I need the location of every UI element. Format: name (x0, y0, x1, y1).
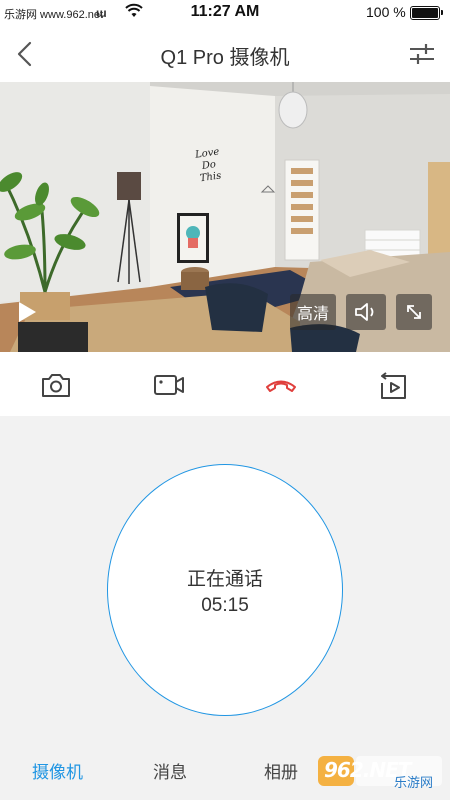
status-bar: 乐游网 www.962.net ɯ 11:27 AM 100 % (0, 0, 450, 26)
chevron-left-icon[interactable] (10, 38, 42, 70)
tab-album[interactable]: 相册 (264, 758, 298, 783)
fullscreen-button[interactable] (396, 294, 432, 330)
quality-hd-button[interactable]: 高清 (290, 294, 336, 330)
record-video-icon[interactable] (152, 368, 186, 402)
call-timer: 05:15 (201, 594, 249, 616)
site-watermark-logo: 962.NET 乐游网 (316, 752, 446, 792)
play-icon[interactable] (12, 298, 40, 326)
tab-camera[interactable]: 摄像机 (32, 758, 83, 783)
camera-icon[interactable] (39, 368, 73, 402)
wifi-icon (125, 3, 143, 17)
expand-icon (407, 305, 421, 319)
watermark-sub: 乐游网 (394, 776, 434, 791)
page-title: Q1 Pro 摄像机 (160, 47, 290, 69)
playback-icon[interactable] (377, 368, 411, 402)
volume-button[interactable] (346, 294, 386, 330)
battery-icon (410, 6, 443, 20)
call-toolbar (0, 352, 450, 416)
signal-icon: ɯ (96, 6, 107, 20)
call-status-text: 正在通话 (186, 567, 263, 590)
call-panel: 正在通话 05:15 (0, 416, 450, 740)
call-status-circle[interactable]: 正在通话 05:15 (107, 464, 343, 716)
quality-label: 高清 (296, 304, 329, 323)
wall-lettering: Love Do This (187, 145, 232, 186)
carrier-label: 乐游网 www.962.net (4, 9, 104, 21)
sliders-icon[interactable] (406, 38, 438, 70)
hang-up-icon[interactable] (264, 368, 298, 402)
nav-bar: Q1 Pro 摄像机 (0, 26, 450, 82)
camera-video-feed[interactable]: Love Do This 高清 (0, 82, 450, 352)
tab-messages[interactable]: 消息 (153, 758, 187, 783)
battery-percent: 100 % (366, 4, 406, 20)
speaker-icon (355, 303, 374, 321)
